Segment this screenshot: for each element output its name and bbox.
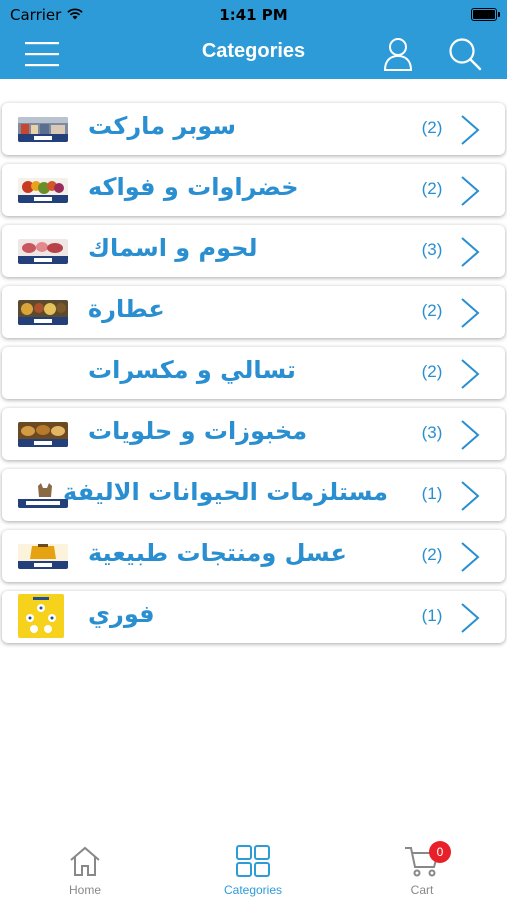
user-icon[interactable] — [378, 34, 418, 74]
category-row-bakery-sweets[interactable]: مخبوزات و حلويات (3) — [2, 408, 505, 460]
category-count: (1) — [421, 484, 443, 503]
chevron-right-icon — [458, 602, 482, 634]
chevron-right-icon — [458, 541, 482, 573]
category-row-fawry[interactable]: فوري (1) — [2, 591, 505, 643]
chevron-right-icon — [458, 114, 482, 146]
category-row-meat-fish[interactable]: لحوم و اسماك (3) — [2, 225, 505, 277]
chevron-right-icon — [458, 175, 482, 207]
battery-icon — [471, 8, 500, 21]
tab-bar: Home Categories 0 Cart — [0, 830, 507, 900]
category-count: (2) — [421, 179, 443, 198]
category-count: (3) — [421, 423, 443, 442]
chevron-right-icon — [458, 236, 482, 268]
tab-home[interactable]: Home — [30, 845, 140, 897]
top-bar: Carrier 1:41 PM Categories — [0, 0, 507, 79]
category-count: (1) — [421, 606, 443, 625]
category-row-vegetables-fruits[interactable]: خضراوات و فواكه (2) — [2, 164, 505, 216]
category-row-pet-supplies[interactable]: مستلزمات الحيوانات الاليفة (1) — [2, 469, 505, 521]
tab-cart[interactable]: 0 Cart — [367, 841, 477, 897]
category-name: سوبر ماركت — [88, 112, 236, 140]
category-name: فوري — [88, 600, 155, 628]
category-name: خضراوات و فواكه — [88, 173, 299, 201]
chevron-right-icon — [458, 419, 482, 451]
tab-categories[interactable]: Categories — [198, 845, 308, 897]
chevron-right-icon — [458, 297, 482, 329]
category-count: (2) — [421, 545, 443, 564]
category-name: عطارة — [88, 295, 165, 323]
category-count: (2) — [421, 362, 443, 381]
page-title: Categories — [201, 40, 306, 62]
category-name: عسل ومنتجات طبيعية — [88, 539, 347, 567]
category-row-honey-natural[interactable]: عسل ومنتجات طبيعية (2) — [2, 530, 505, 582]
category-row-spices[interactable]: عطارة (2) — [2, 286, 505, 338]
grid-icon — [236, 845, 270, 881]
tab-cart-label: Cart — [410, 883, 434, 897]
status-time: 1:41 PM — [219, 6, 288, 24]
tab-home-label: Home — [68, 883, 101, 897]
tab-categories-label: Categories — [223, 883, 283, 897]
category-thumbnail — [18, 544, 68, 569]
nav-bar: Categories — [0, 30, 507, 79]
category-count: (2) — [421, 118, 443, 137]
category-thumbnail — [18, 422, 68, 447]
search-icon[interactable] — [445, 34, 485, 74]
home-icon — [68, 846, 102, 881]
category-thumbnail — [18, 239, 68, 264]
category-thumbnail — [18, 483, 68, 508]
cart-badge: 0 — [429, 841, 451, 863]
category-count: (2) — [421, 301, 443, 320]
category-name: مستلزمات الحيوانات الاليفة — [63, 478, 388, 506]
category-row-supermarket[interactable]: سوبر ماركت (2) — [2, 103, 505, 155]
category-count: (3) — [421, 240, 443, 259]
cart-icon — [404, 847, 440, 881]
chevron-right-icon — [458, 358, 482, 390]
chevron-right-icon — [458, 480, 482, 512]
category-name: مخبوزات و حلويات — [88, 417, 308, 445]
category-name: تسالي و مكسرات — [88, 356, 296, 384]
status-bar: Carrier 1:41 PM — [0, 0, 507, 30]
category-row-snacks-nuts[interactable]: تسالي و مكسرات (2) — [2, 347, 505, 399]
category-thumbnail — [18, 594, 64, 638]
category-thumbnail — [18, 178, 68, 203]
category-name: لحوم و اسماك — [88, 234, 258, 262]
category-thumbnail — [18, 300, 68, 325]
category-thumbnail — [18, 117, 68, 142]
